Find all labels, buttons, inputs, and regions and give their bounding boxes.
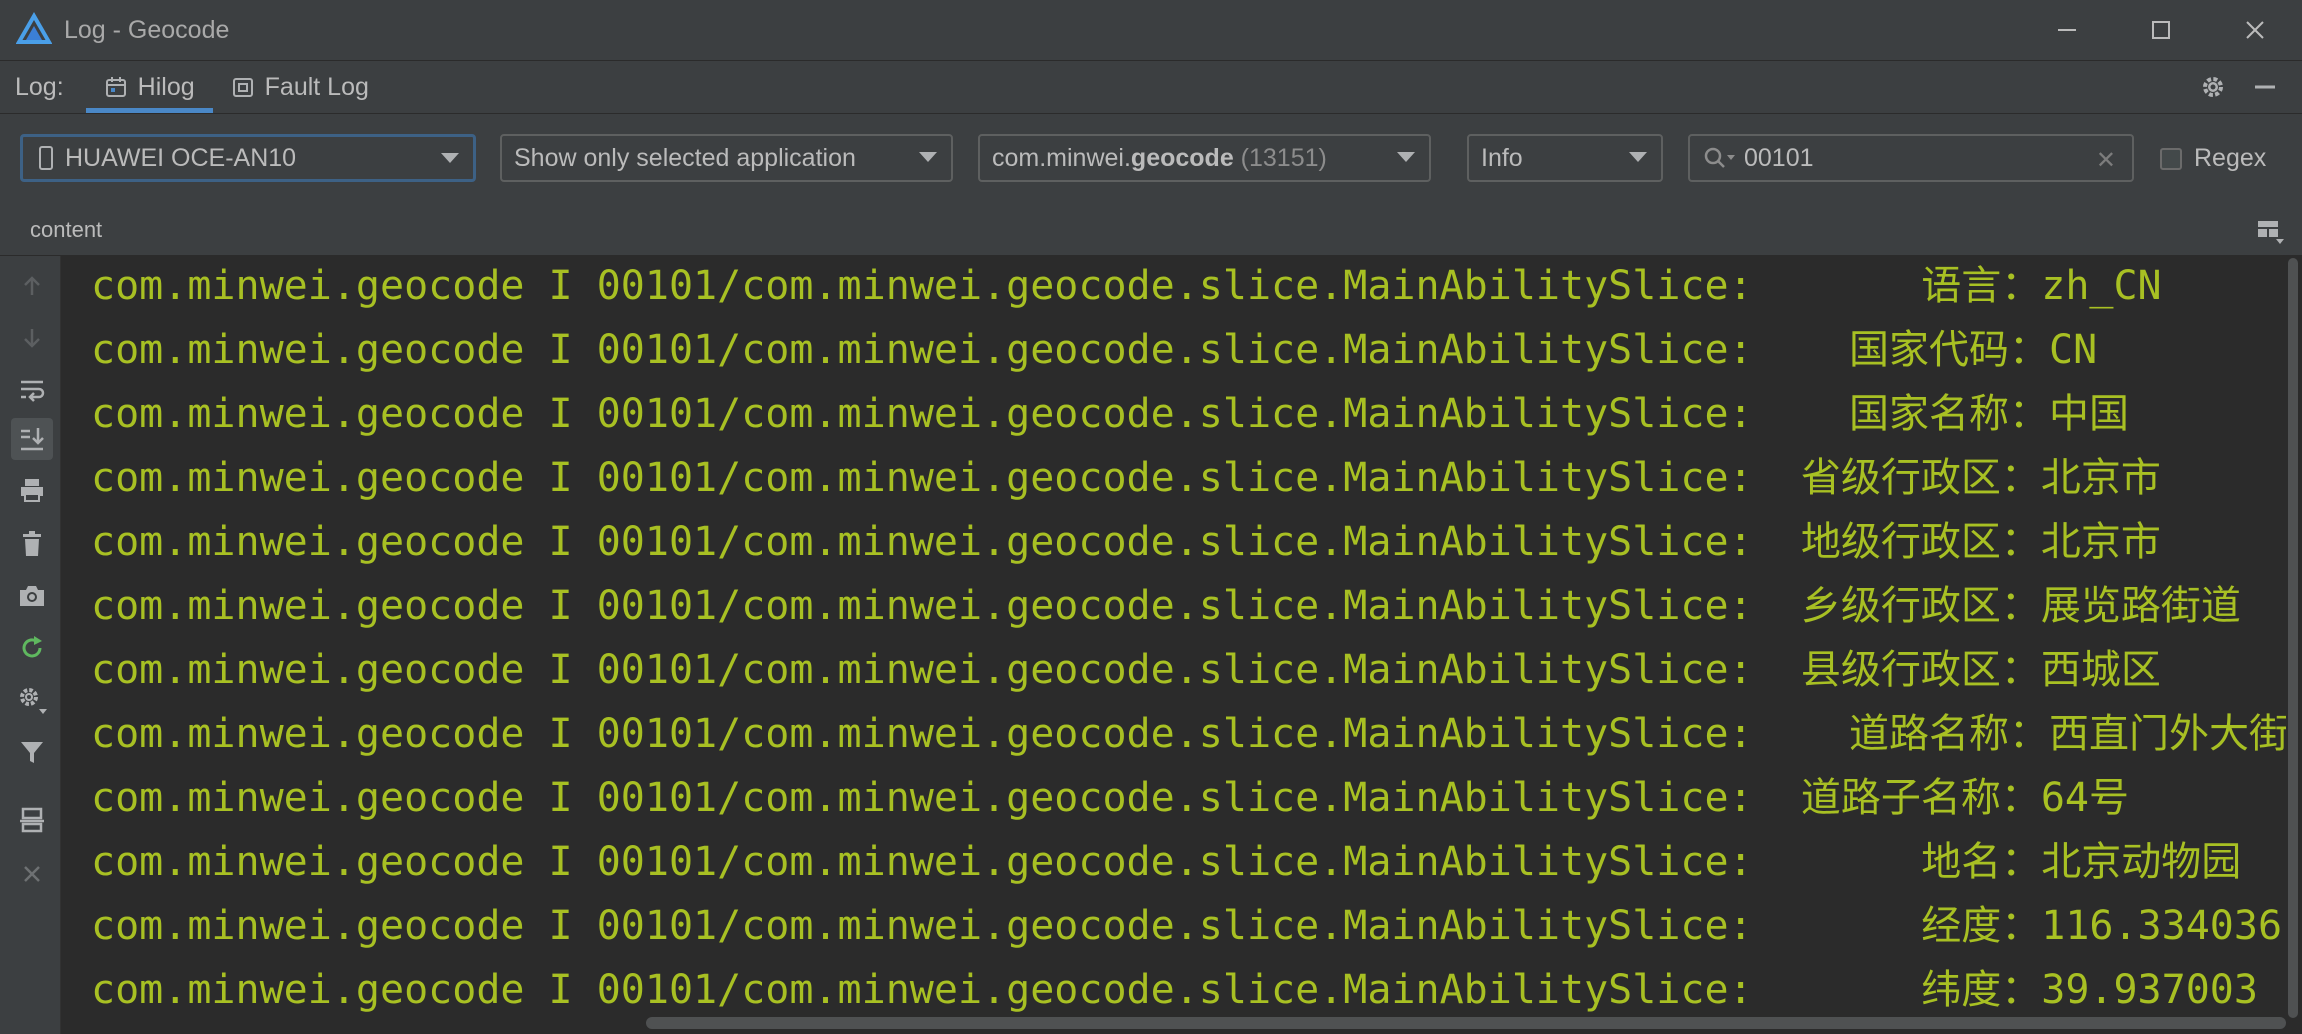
tab-hilog[interactable]: Hilog	[85, 61, 213, 113]
maximize-icon	[2152, 21, 2170, 39]
process-select[interactable]: com.minwei.geocode (13151)	[978, 134, 1431, 182]
tab-hilog-label: Hilog	[137, 72, 195, 101]
arrow-up-icon	[24, 276, 40, 295]
log-console[interactable]: com.minwei.geocode I 00101/com.minwei.ge…	[61, 256, 2286, 1016]
screenshot-button[interactable]	[14, 578, 50, 614]
log-line: com.minwei.geocode I 00101/com.minwei.ge…	[91, 839, 2242, 885]
log-label: Log:	[15, 72, 64, 101]
log-line: com.minwei.geocode I 00101/com.minwei.ge…	[91, 647, 2161, 693]
log-line: com.minwei.geocode I 00101/com.minwei.ge…	[91, 583, 2241, 629]
process-value: com.minwei.geocode (13151)	[992, 144, 1327, 173]
tab-fault-log-label: Fault Log	[264, 72, 369, 101]
log-line: com.minwei.geocode I 00101/com.minwei.ge…	[91, 967, 2258, 1013]
calendar-log-icon	[105, 77, 126, 97]
restart-icon	[22, 636, 42, 658]
process-pid: (13151)	[1233, 143, 1327, 172]
log-level-select[interactable]: Info	[1467, 134, 1663, 182]
hide-panel-button[interactable]	[2250, 72, 2280, 102]
scroll-to-end-icon	[21, 428, 44, 451]
minimize-button[interactable]	[2020, 0, 2114, 60]
regex-label: Regex	[2194, 144, 2267, 172]
log-line: com.minwei.geocode I 00101/com.minwei.ge…	[91, 263, 2162, 309]
soft-wrap-icon	[21, 380, 45, 402]
app-filter-mode-value: Show only selected application	[514, 143, 856, 172]
log-line: com.minwei.geocode I 00101/com.minwei.ge…	[91, 327, 2098, 373]
minimize-panel-icon	[2255, 85, 2275, 89]
content-label: content	[30, 217, 103, 242]
print-button[interactable]	[14, 472, 50, 508]
close-icon	[2246, 21, 2264, 39]
title-bar: Log - Geocode	[0, 0, 2302, 61]
log-line: com.minwei.geocode I 00101/com.minwei.ge…	[91, 391, 2129, 437]
split-view-button[interactable]	[14, 802, 50, 838]
log-line: com.minwei.geocode I 00101/com.minwei.ge…	[91, 711, 2286, 757]
chevron-down-icon	[919, 152, 937, 162]
app-filter-mode-select[interactable]: Show only selected application	[500, 134, 953, 182]
camera-icon	[20, 586, 44, 606]
log-line: com.minwei.geocode I 00101/com.minwei.ge…	[91, 903, 2283, 949]
split-view-icon	[20, 807, 44, 833]
window-title: Log - Geocode	[64, 15, 230, 44]
scroll-up-button[interactable]	[14, 268, 50, 304]
content-header: content	[0, 205, 2302, 256]
maximize-button[interactable]	[2114, 0, 2208, 60]
log-line: com.minwei.geocode I 00101/com.minwei.ge…	[91, 519, 2161, 565]
search-icon	[1702, 145, 1736, 171]
close-console-button[interactable]	[14, 856, 50, 892]
layout-options-icon[interactable]	[2256, 217, 2284, 245]
settings-button[interactable]	[2198, 72, 2228, 102]
chevron-down-icon	[441, 153, 459, 163]
horizontal-scrollbar-thumb[interactable]	[646, 1017, 2286, 1029]
filter-toolbar: HUAWEI OCE-AN10 Show only selected appli…	[0, 114, 2302, 204]
fault-log-icon	[232, 78, 253, 97]
clear-search-icon[interactable]: ✕	[2096, 146, 2116, 175]
scroll-to-end-button[interactable]	[11, 418, 53, 460]
arrow-down-icon	[24, 329, 40, 348]
search-input[interactable]: 00101	[1744, 144, 1814, 173]
chevron-down-icon	[1397, 152, 1415, 162]
gear-icon	[2203, 77, 2223, 97]
device-select[interactable]: HUAWEI OCE-AN10	[20, 134, 476, 182]
log-line: com.minwei.geocode I 00101/com.minwei.ge…	[91, 455, 2161, 501]
process-prefix: com.minwei.	[992, 143, 1131, 172]
log-line: com.minwei.geocode I 00101/com.minwei.ge…	[91, 775, 2129, 821]
close-button[interactable]	[2208, 0, 2302, 60]
log-settings-button[interactable]	[14, 682, 50, 718]
scroll-down-button[interactable]	[14, 320, 50, 356]
clear-log-button[interactable]	[14, 526, 50, 562]
search-field[interactable]: 00101 ✕	[1688, 134, 2134, 182]
log-toolwindow-header: Log: Hilog Fault Log	[0, 61, 2302, 114]
checkbox-box[interactable]	[2160, 147, 2182, 170]
app-logo-icon	[16, 12, 52, 44]
close-icon	[24, 866, 40, 882]
trash-icon	[23, 531, 41, 556]
console-side-toolbar	[0, 256, 61, 1034]
filter-button[interactable]	[14, 734, 50, 770]
restart-button[interactable]	[14, 630, 50, 666]
phone-icon	[39, 146, 53, 170]
device-value: HUAWEI OCE-AN10	[65, 143, 297, 172]
filter-icon	[21, 742, 43, 763]
log-level-value: Info	[1481, 143, 1523, 172]
soft-wrap-button[interactable]	[14, 372, 50, 408]
regex-checkbox[interactable]: Regex	[2160, 144, 2266, 173]
minimize-icon	[2058, 29, 2076, 31]
gear-dropdown-icon	[20, 688, 47, 714]
printer-icon	[21, 479, 43, 502]
tab-fault-log[interactable]: Fault Log	[213, 61, 387, 113]
chevron-down-icon	[1629, 152, 1647, 162]
process-name-bold: geocode	[1130, 143, 1234, 172]
vertical-scrollbar-thumb[interactable]	[2288, 258, 2298, 1018]
